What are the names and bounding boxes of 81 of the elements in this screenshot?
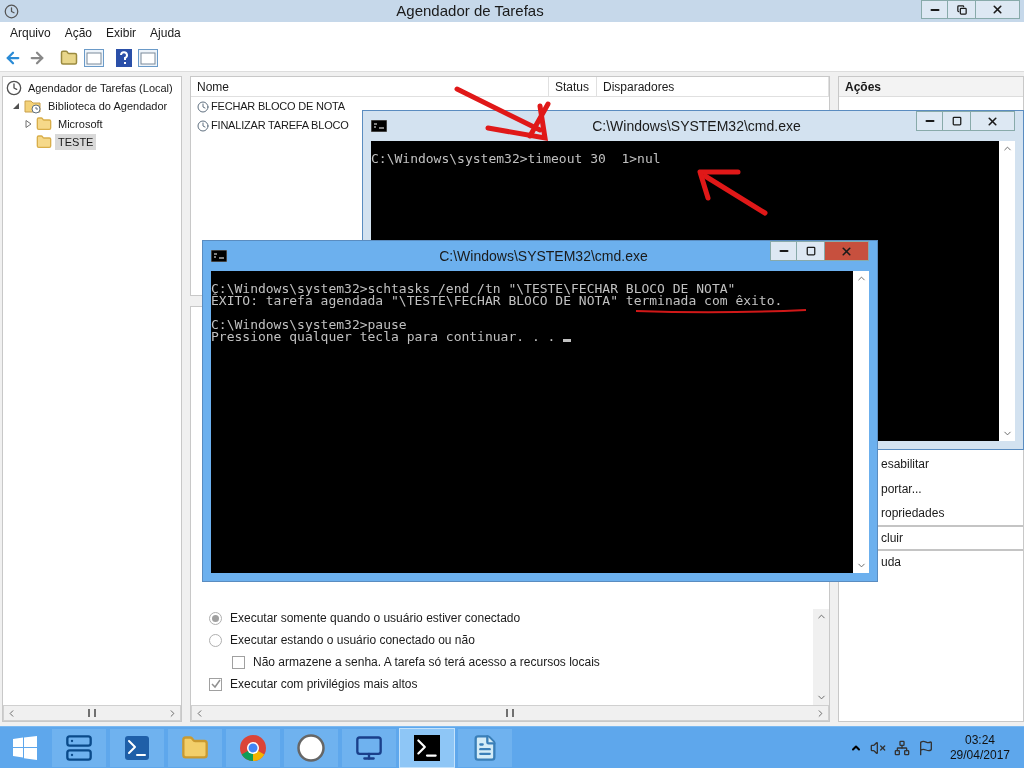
network-icon[interactable] (893, 739, 910, 756)
tree-item[interactable]: Microsoft (55, 115, 106, 133)
maximize-icon (805, 246, 816, 256)
column-header[interactable]: Nome (191, 77, 549, 96)
scrollbar[interactable] (813, 609, 829, 705)
console-line: ÊXITO: tarefa agendada "\TESTE\FECHAR BLOCO DE NOTA" terminada com êxito. (211, 295, 783, 307)
option-label: Não armazene a senha. A tarefa só terá acesso a recursos locais (253, 654, 600, 671)
console-icon (211, 250, 227, 262)
pane-icon[interactable] (138, 48, 158, 67)
close-button[interactable] (824, 241, 869, 261)
minimize-button[interactable] (770, 241, 797, 261)
close-icon (840, 244, 853, 258)
column-header[interactable]: Status (549, 77, 597, 96)
option-label: Executar estando o usuário conectado ou não (230, 632, 475, 649)
folder-up-icon[interactable] (60, 48, 78, 67)
console-line: C:\Windows\system32>schtasks /end /tn "\TESTE\FECHAR BLOCO DE NOTA" (211, 283, 736, 295)
tree-item[interactable]: Agendador de Tarefas (Local) (25, 79, 176, 97)
minimize-button[interactable] (921, 0, 948, 19)
scroll-grip-icon[interactable] (506, 709, 514, 717)
maximize-icon (951, 116, 962, 126)
console-icon (371, 120, 387, 132)
restore-icon (956, 4, 967, 15)
scrollbar[interactable] (999, 141, 1015, 441)
collapsed-icon[interactable] (24, 120, 32, 128)
terminal-icon (414, 734, 440, 761)
close-icon (986, 114, 999, 128)
panel-title: Ações (839, 77, 1023, 97)
scrollbar[interactable] (191, 705, 829, 721)
annotation-arrow-drawing (697, 169, 768, 216)
console-line: C:\Windows\system32>timeout 30 1>nul (371, 153, 661, 165)
radio-button[interactable] (209, 611, 222, 625)
minimize-button[interactable] (916, 111, 943, 131)
clock-button[interactable]: 03:24 29/04/2017 (949, 732, 1010, 763)
tree-item[interactable]: Biblioteca do Agendador (45, 97, 171, 115)
folder-icon (36, 134, 52, 150)
pane-icon[interactable] (84, 48, 104, 67)
close-button[interactable] (975, 0, 1020, 19)
help-icon[interactable] (116, 48, 132, 67)
folder-icon (36, 116, 52, 132)
close-button[interactable] (970, 111, 1015, 131)
action-link[interactable]: ropriedades (881, 504, 945, 523)
windows-logo-icon (13, 735, 37, 760)
action-link[interactable]: uda (881, 553, 902, 572)
scroll-grip-icon[interactable] (88, 709, 96, 717)
window-title: C:\Windows\SYSTEM32\cmd.exe (592, 116, 801, 136)
expanded-icon[interactable] (12, 102, 20, 110)
menu-item[interactable]: Arquivo (10, 24, 51, 42)
scrollbar[interactable] (853, 271, 869, 573)
browser-icon (239, 733, 267, 762)
checkbox[interactable] (232, 655, 245, 669)
server-icon (65, 733, 93, 762)
radio-button[interactable] (209, 633, 222, 647)
option-label: Executar com privilégios mais altos (230, 676, 418, 693)
checkbox[interactable] (209, 677, 222, 691)
option-label: Executar somente quando o usuário estiver conectado (230, 610, 521, 627)
scrollbar[interactable] (3, 705, 181, 721)
console-line: C:\Windows\system32>pause (211, 319, 407, 331)
monitor-icon (355, 733, 383, 762)
action-link[interactable]: portar... (881, 479, 922, 498)
menu-item[interactable]: Ação (64, 24, 93, 42)
close-icon (991, 3, 1004, 16)
restore-button[interactable] (948, 0, 975, 19)
speaker-muted-icon[interactable] (869, 739, 886, 756)
maximize-button[interactable] (943, 111, 970, 131)
maximize-button[interactable] (797, 241, 824, 261)
column-header[interactable]: Disparadores (597, 77, 829, 96)
action-link[interactable]: cluir (881, 528, 903, 547)
console-line: Pressione qualquer tecla para continuar. . . (211, 331, 557, 343)
window-title: C:\Windows\SYSTEM32\cmd.exe (439, 246, 648, 266)
folder-icon (181, 733, 209, 762)
text-cursor (563, 339, 572, 342)
tree-item[interactable]: TESTE (55, 133, 97, 151)
folder-clock-icon (24, 98, 42, 114)
terminal-icon (125, 735, 149, 760)
table-cell[interactable]: FINALIZAR TAREFA BLOCO (211, 117, 349, 134)
table-cell[interactable]: FECHAR BLOCO DE NOTA (211, 98, 345, 115)
window-title: Agendador de Tarefas (395, 0, 545, 21)
menu-item[interactable]: Ajuda (150, 24, 181, 42)
action-link[interactable]: esabilitar (881, 455, 930, 474)
flag-icon[interactable] (917, 739, 934, 756)
menu-item[interactable]: Exibir (106, 24, 137, 42)
